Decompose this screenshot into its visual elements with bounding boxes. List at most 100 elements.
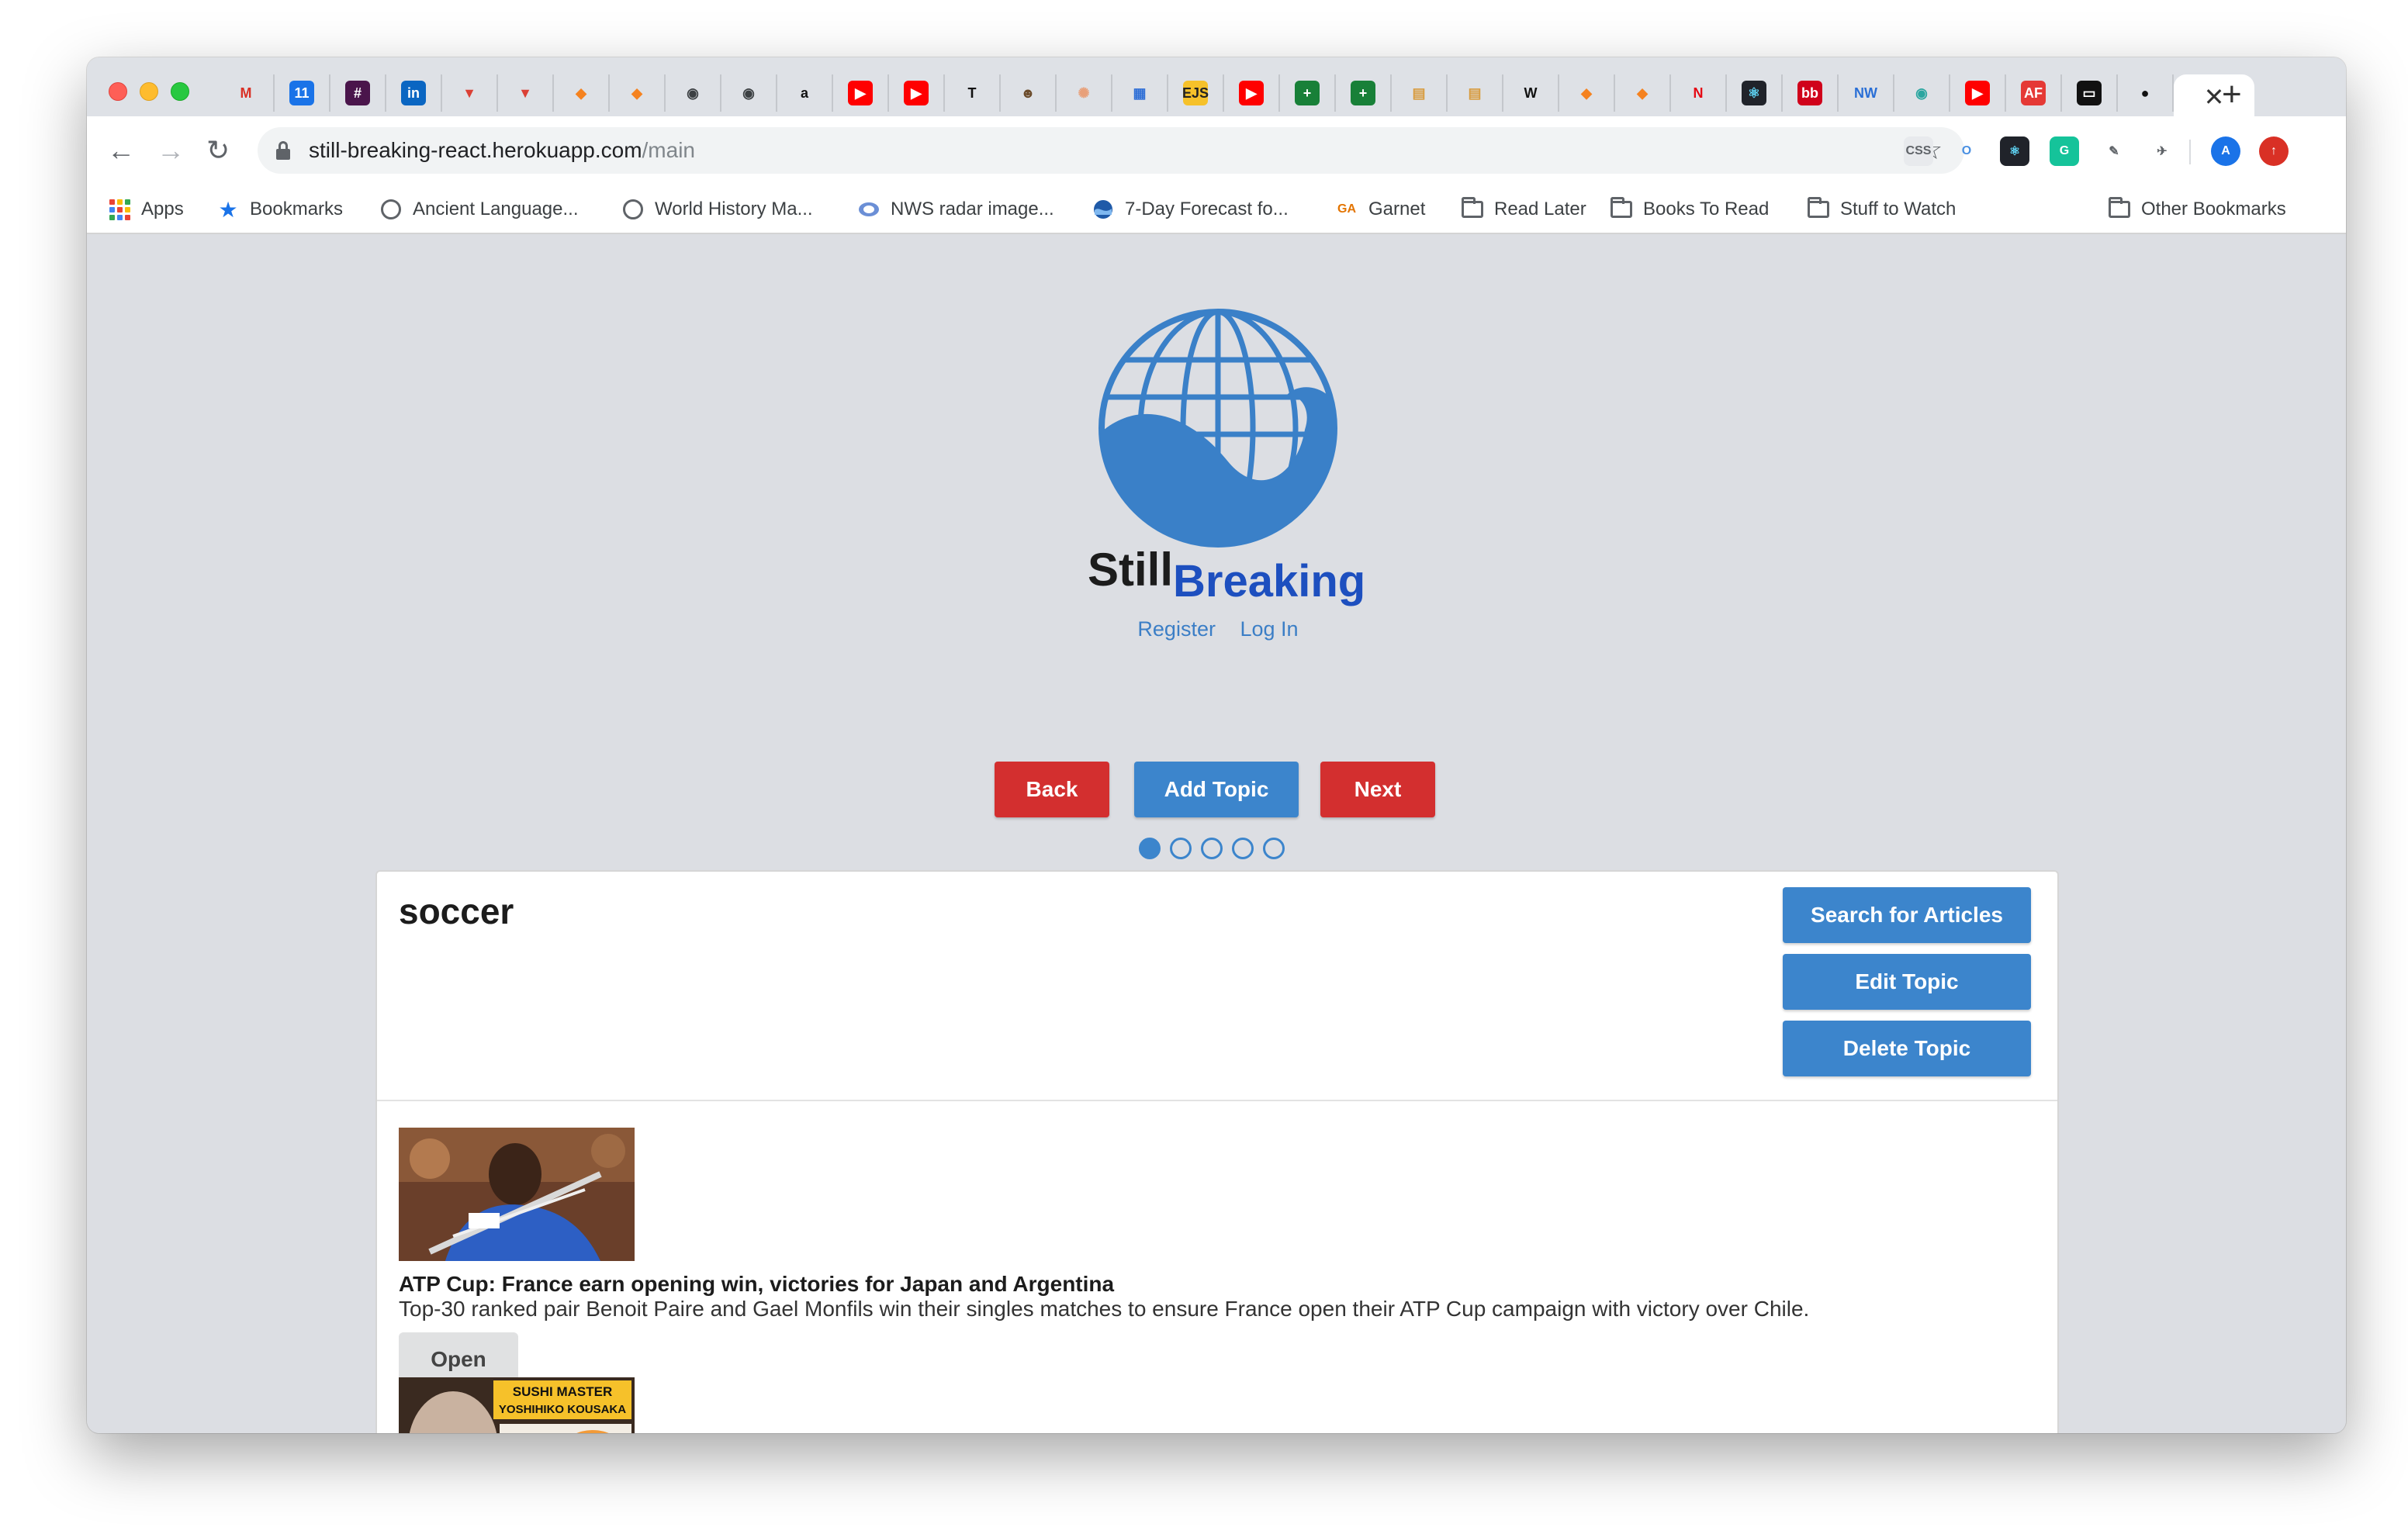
- browser-tab[interactable]: ▭: [2062, 74, 2118, 112]
- browser-tab[interactable]: bb: [1783, 74, 1839, 112]
- css-icon[interactable]: CSS: [1904, 136, 1933, 166]
- browser-tab[interactable]: ◆: [1559, 74, 1615, 112]
- browser-tab[interactable]: a: [777, 74, 833, 112]
- bookmark-label: NWS radar image...: [891, 199, 1054, 219]
- star-icon: ★: [218, 197, 238, 222]
- reload-icon[interactable]: ↻: [206, 133, 230, 168]
- close-window-button[interactable]: [109, 82, 127, 101]
- bookmark-item[interactable]: 7-Day Forecast fo...: [1092, 195, 1289, 223]
- browser-tab[interactable]: AF: [2006, 74, 2062, 112]
- address-bar[interactable]: still-breaking-react.herokuapp.com/main …: [258, 127, 1964, 174]
- browser-tab[interactable]: M: [219, 74, 275, 112]
- todoist-icon: ▼: [462, 85, 476, 101]
- bookmark-label: Stuff to Watch: [1840, 199, 1956, 219]
- forward-arrow-icon[interactable]: →: [157, 133, 185, 168]
- browser-tab[interactable]: ▼: [442, 74, 498, 112]
- bookmark-item[interactable]: Read Later: [1462, 195, 1586, 223]
- register-link[interactable]: Register: [1137, 617, 1216, 641]
- browser-tab[interactable]: ◆: [554, 74, 610, 112]
- carousel-dot[interactable]: [1201, 838, 1223, 859]
- topic-card: soccer Search for Articles Edit Topic De…: [375, 870, 2059, 1433]
- search-articles-button[interactable]: Search for Articles: [1783, 887, 2031, 943]
- browser-tab[interactable]: ▼: [498, 74, 554, 112]
- next-button[interactable]: Next: [1320, 762, 1435, 817]
- browser-tab[interactable]: ●: [2118, 74, 2174, 112]
- browser-tab[interactable]: ▤: [1392, 74, 1448, 112]
- browser-tab[interactable]: #: [330, 74, 386, 112]
- browser-tab[interactable]: ▶: [889, 74, 945, 112]
- browser-tab[interactable]: ⚛: [1727, 74, 1783, 112]
- profile-avatar-icon[interactable]: A: [2211, 136, 2240, 166]
- add-topic-button[interactable]: Add Topic: [1134, 762, 1299, 817]
- browser-tab[interactable]: +: [1336, 74, 1392, 112]
- browser-tab[interactable]: W: [1503, 74, 1559, 112]
- brand-breaking: Breaking: [1173, 556, 1366, 606]
- apps-grid-icon: [109, 199, 130, 220]
- browser-tab[interactable]: ◉: [1894, 74, 1950, 112]
- browser-tab[interactable]: N: [1671, 74, 1727, 112]
- bookmark-label: 7-Day Forecast fo...: [1125, 199, 1289, 219]
- bookmark-item[interactable]: Apps: [109, 195, 184, 223]
- grammarly-icon[interactable]: G: [2050, 136, 2079, 166]
- page-content: StillBreaking Register Log In Back Add T…: [87, 234, 2346, 1433]
- brand-still: Still: [1088, 544, 1174, 596]
- browser-tab[interactable]: NW: [1839, 74, 1894, 112]
- delete-topic-button[interactable]: Delete Topic: [1783, 1021, 2031, 1076]
- browser-tab[interactable]: EJS: [1168, 74, 1224, 112]
- react-icon: ⚛: [1742, 81, 1766, 105]
- browser-tab[interactable]: ◆: [1615, 74, 1671, 112]
- browser-tab[interactable]: ◉: [721, 74, 777, 112]
- bookmark-item[interactable]: GA Garnet: [1336, 195, 1425, 223]
- bookmark-item[interactable]: Stuff to Watch: [1808, 195, 1956, 223]
- browser-tab[interactable]: ▶: [1950, 74, 2006, 112]
- carousel-dot[interactable]: [1170, 838, 1192, 859]
- bookmark-item[interactable]: ★ Bookmarks: [217, 195, 343, 223]
- browser-tab[interactable]: in: [386, 74, 442, 112]
- bookmark-item[interactable]: Ancient Language...: [380, 195, 579, 223]
- update-icon[interactable]: ↑: [2259, 136, 2289, 166]
- maximize-window-button[interactable]: [171, 82, 189, 101]
- lock-icon: [276, 141, 290, 160]
- gmail-icon: M: [240, 85, 252, 101]
- wikipedia-icon: W: [1524, 85, 1538, 101]
- browser-tab[interactable]: 11: [275, 74, 330, 112]
- browser-tab[interactable]: ▦: [1112, 74, 1168, 112]
- back-button[interactable]: Back: [995, 762, 1109, 817]
- back-arrow-icon[interactable]: ←: [107, 133, 135, 168]
- browser-tab[interactable]: ☻: [1001, 74, 1057, 112]
- nytimes-icon: T: [967, 85, 977, 101]
- eyedropper-icon[interactable]: ✎: [2099, 136, 2129, 166]
- bookmark-item[interactable]: NWS radar image...: [858, 195, 1054, 223]
- bookmark-item[interactable]: Books To Read: [1611, 195, 1769, 223]
- youtube-icon: ▶: [1239, 81, 1264, 105]
- box-icon: ◆: [1581, 85, 1592, 101]
- edit-topic-button[interactable]: Edit Topic: [1783, 954, 2031, 1010]
- globe-icon: ◉: [742, 85, 755, 101]
- tabs-row: M 11 # in ▼ ▼ ◆ ◆ ◉ ◉ a ▶ ▶ T ☻ ✺ ▦ EJS ▶ + + ▤ ▤ W ◆ ◆ N ⚛ bb NW ◉ ▶ AF…: [219, 71, 2254, 119]
- box-icon: ◆: [576, 85, 586, 101]
- minimize-window-button[interactable]: [140, 82, 158, 101]
- browser-tab[interactable]: ▤: [1448, 74, 1503, 112]
- bookmark-item[interactable]: World History Ma...: [622, 195, 813, 223]
- carousel-dot[interactable]: [1232, 838, 1254, 859]
- browser-tab[interactable]: ◉: [666, 74, 721, 112]
- browser-tab[interactable]: T: [945, 74, 1001, 112]
- browser-tab[interactable]: ✺: [1057, 74, 1112, 112]
- browser-tab[interactable]: ▶: [833, 74, 889, 112]
- browser-tab[interactable]: ▶: [1224, 74, 1280, 112]
- browser-tab[interactable]: ◆: [610, 74, 666, 112]
- react-devtools-icon[interactable]: ⚛: [2000, 136, 2029, 166]
- opera-icon[interactable]: O: [1952, 136, 1981, 166]
- octotree-icon[interactable]: ✈: [2147, 136, 2177, 166]
- bookmark-label: Apps: [141, 199, 184, 219]
- bookmark-item[interactable]: Other Bookmarks: [2109, 195, 2286, 223]
- carousel-dot[interactable]: [1139, 838, 1161, 859]
- browser-tab[interactable]: +: [1280, 74, 1336, 112]
- browser-tab-active[interactable]: ✕: [2174, 74, 2254, 119]
- carousel-dot[interactable]: [1263, 838, 1285, 859]
- bookmark-label: Garnet: [1368, 199, 1426, 219]
- new-tab-button[interactable]: +: [2222, 78, 2242, 112]
- bookmarks-bar: Apps ★ Bookmarks Ancient Language... World H…: [87, 186, 2346, 234]
- login-link[interactable]: Log In: [1240, 617, 1298, 641]
- article-description: Top-30 ranked pair Benoit Paire and Gael…: [399, 1297, 1810, 1321]
